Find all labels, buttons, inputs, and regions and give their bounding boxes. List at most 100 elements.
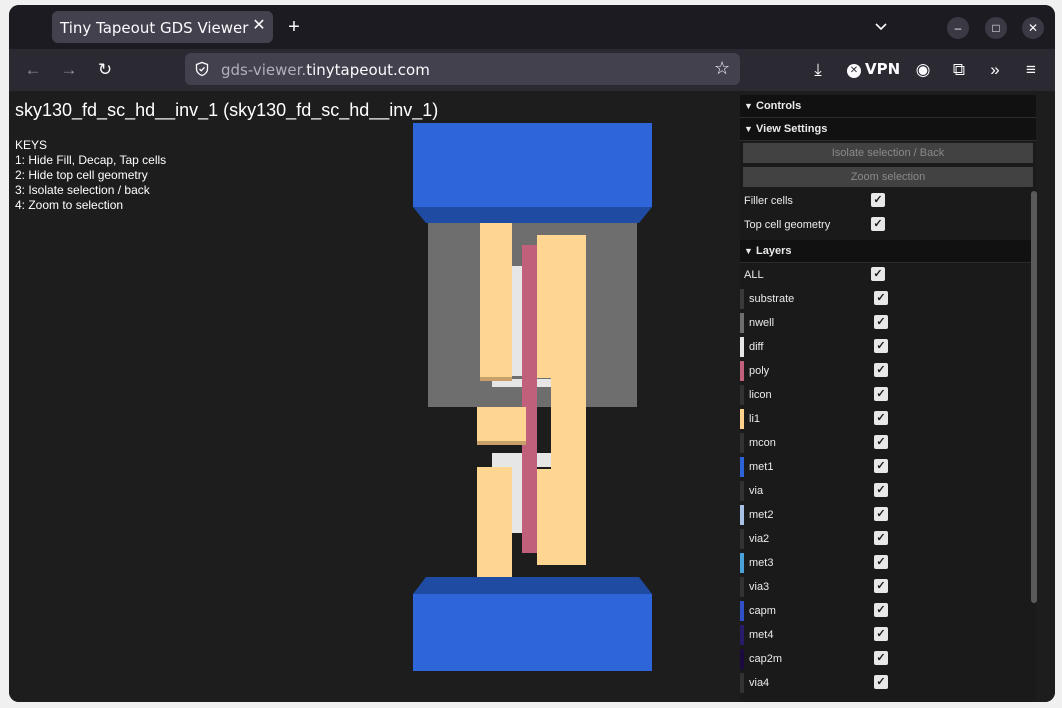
layer-checkbox-via[interactable]: ✓ — [874, 483, 888, 497]
new-tab-icon[interactable]: + — [284, 17, 304, 37]
layer-color-swatch — [740, 529, 744, 549]
li1-right-column[interactable] — [551, 377, 586, 469]
controls-folder-toggle[interactable]: ▼ Controls — [740, 95, 1036, 118]
gds-3d-viewport[interactable] — [359, 111, 719, 671]
close-window-icon[interactable]: ✕ — [1022, 17, 1044, 39]
bookmark-star-icon[interactable]: ☆ — [714, 58, 730, 79]
layer-color-swatch — [740, 313, 744, 333]
layer-row-met2: met2 ✓ — [740, 503, 1036, 527]
layer-row-poly: poly ✓ — [740, 359, 1036, 383]
key-hint: 1: Hide Fill, Decap, Tap cells — [15, 153, 167, 167]
layer-row-substrate: substrate ✓ — [740, 287, 1036, 311]
navigation-bar: ← → ↻ gds-viewer.tinytapeout.com ☆ ⤓ ✕ VP… — [9, 49, 1055, 91]
layer-row-capm: capm ✓ — [740, 599, 1036, 623]
li1-right-upper[interactable] — [537, 235, 586, 378]
key-hint: 2: Hide top cell geometry — [15, 168, 148, 182]
shield-icon[interactable] — [194, 61, 210, 77]
active-tab[interactable]: Tiny Tapeout GDS Viewer ✕ — [52, 11, 273, 43]
layer-checkbox-licon[interactable]: ✓ — [874, 387, 888, 401]
poly-gate[interactable] — [522, 245, 537, 553]
layer-label: met2 — [749, 509, 774, 521]
top-cell-geometry-label: Top cell geometry — [744, 219, 831, 231]
met1-top-rail[interactable] — [413, 123, 652, 207]
layer-checkbox-via2[interactable]: ✓ — [874, 531, 888, 545]
layer-label: capm — [749, 605, 776, 617]
top-cell-geometry-checkbox[interactable]: ✓ — [871, 217, 885, 231]
layer-all-label: ALL — [744, 269, 764, 281]
layer-checkbox-via3[interactable]: ✓ — [874, 579, 888, 593]
layer-color-swatch — [740, 289, 744, 309]
view-settings-folder-toggle[interactable]: ▼ View Settings — [740, 118, 1036, 141]
li1-left-upper[interactable] — [480, 223, 512, 380]
layer-label: via2 — [749, 533, 770, 545]
layer-checkbox-nwell[interactable]: ✓ — [874, 315, 888, 329]
layer-checkbox-li1[interactable]: ✓ — [874, 411, 888, 425]
layer-checkbox-met1[interactable]: ✓ — [874, 459, 888, 473]
layer-label: via — [749, 485, 764, 497]
layer-row-via4: via4 ✓ — [740, 671, 1036, 695]
back-icon[interactable]: ← — [23, 60, 43, 80]
layer-label: met4 — [749, 629, 774, 641]
filler-cells-checkbox[interactable]: ✓ — [871, 193, 885, 207]
layer-checkbox-poly[interactable]: ✓ — [874, 363, 888, 377]
minimize-icon[interactable]: – — [947, 17, 969, 39]
url-bar[interactable]: gds-viewer.tinytapeout.com ☆ — [185, 53, 740, 85]
panel-scrollbar[interactable] — [1031, 191, 1037, 603]
layer-row-met3: met3 ✓ — [740, 551, 1036, 575]
layer-checkbox-substrate[interactable]: ✓ — [874, 291, 888, 305]
met1-bottom-rail[interactable] — [413, 594, 652, 671]
layer-color-swatch — [740, 601, 744, 621]
extension-record-icon[interactable]: ◉ — [913, 60, 933, 80]
layer-checkbox-diff[interactable]: ✓ — [874, 339, 888, 353]
layer-color-swatch — [740, 577, 744, 597]
layer-checkbox-met4[interactable]: ✓ — [874, 627, 888, 641]
isolate-selection-button[interactable]: Isolate selection / Back — [743, 143, 1033, 163]
keys-heading: KEYS — [15, 138, 48, 152]
layer-all-checkbox[interactable]: ✓ — [871, 267, 885, 281]
vpn-button[interactable]: ✕ VPN — [847, 60, 900, 78]
met1-top-rail-side — [413, 207, 652, 223]
layer-checkbox-via4[interactable]: ✓ — [874, 675, 888, 689]
keys-help: KEYS 1: Hide Fill, Decap, Tap cells 2: H… — [15, 138, 166, 213]
layer-checkbox-met2[interactable]: ✓ — [874, 507, 888, 521]
layer-color-swatch — [740, 673, 744, 693]
layer-all-row: ALL ✓ — [740, 263, 1036, 287]
menu-hamburger-icon[interactable]: ≡ — [1021, 60, 1041, 80]
layer-label: met1 — [749, 461, 774, 473]
li1-input-pad[interactable] — [477, 407, 526, 443]
maximize-icon[interactable]: □ — [985, 17, 1007, 39]
layer-label: poly — [749, 365, 770, 377]
url-text: gds-viewer.tinytapeout.com — [221, 61, 430, 79]
layer-color-swatch — [740, 481, 744, 501]
layers-folder-toggle[interactable]: ▼ Layers — [740, 240, 1036, 263]
layer-row-li1: li1 ✓ — [740, 407, 1036, 431]
layer-label: via3 — [749, 581, 770, 593]
forward-icon[interactable]: → — [59, 60, 79, 80]
li1-right-lower[interactable] — [537, 469, 586, 565]
reload-icon[interactable]: ↻ — [95, 60, 115, 80]
layer-label: substrate — [749, 293, 795, 305]
downloads-icon[interactable]: ⤓ — [808, 60, 828, 80]
met1-bottom-rail-side — [413, 577, 652, 594]
extensions-puzzle-icon[interactable]: ⧉ — [949, 60, 969, 80]
layer-checkbox-mcon[interactable]: ✓ — [874, 435, 888, 449]
page-content: sky130_fd_sc_hd__inv_1 (sky130_fd_sc_hd_… — [9, 91, 1055, 702]
layer-checkbox-cap2m[interactable]: ✓ — [874, 651, 888, 665]
layer-color-swatch — [740, 433, 744, 453]
filler-cells-label: Filler cells — [744, 195, 793, 207]
layer-label: nwell — [749, 317, 775, 329]
tab-list-chevron-icon[interactable] — [873, 19, 889, 35]
key-hint: 4: Zoom to selection — [15, 198, 124, 212]
layer-label: mcon — [749, 437, 776, 449]
zoom-selection-button[interactable]: Zoom selection — [743, 167, 1033, 187]
layer-row-mcon: mcon ✓ — [740, 431, 1036, 455]
layer-checkbox-met3[interactable]: ✓ — [874, 555, 888, 569]
layer-checkbox-capm[interactable]: ✓ — [874, 603, 888, 617]
key-hint: 3: Isolate selection / back — [15, 183, 150, 197]
close-tab-icon[interactable]: ✕ — [249, 16, 269, 36]
overflow-chevrons-icon[interactable]: » — [985, 60, 1005, 80]
layer-color-swatch — [740, 505, 744, 525]
li1-left-lower[interactable] — [477, 467, 512, 577]
layer-label: diff — [749, 341, 764, 353]
li1-left-upper-side — [480, 377, 512, 381]
